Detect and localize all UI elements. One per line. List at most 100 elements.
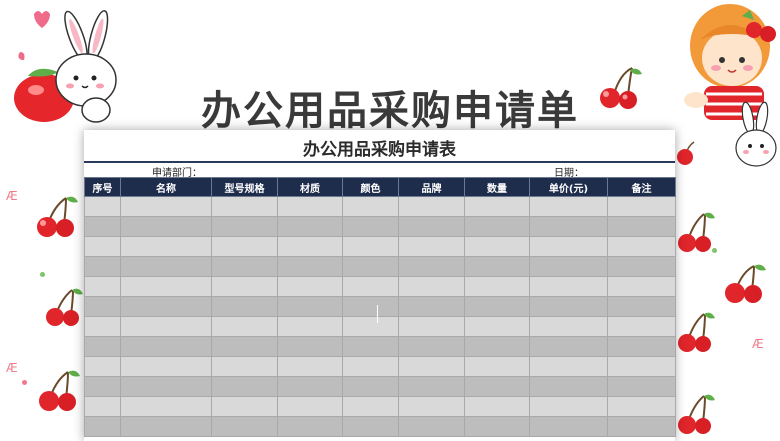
table-cell[interactable] (84, 316, 121, 337)
table-cell[interactable] (607, 196, 676, 217)
table-cell[interactable] (607, 316, 676, 337)
table-cell[interactable] (342, 336, 399, 357)
table-cell[interactable] (529, 356, 608, 377)
table-cell[interactable] (84, 416, 121, 437)
table-cell[interactable] (120, 276, 212, 297)
table-cell[interactable] (464, 316, 530, 337)
table-cell[interactable] (342, 376, 399, 397)
table-cell[interactable] (120, 416, 212, 437)
table-cell[interactable] (398, 276, 465, 297)
table-cell[interactable] (211, 396, 278, 417)
table-cell[interactable] (211, 296, 278, 317)
table-cell[interactable] (464, 236, 530, 257)
table-cell[interactable] (277, 296, 343, 317)
table-cell[interactable] (398, 376, 465, 397)
table-cell[interactable] (398, 236, 465, 257)
table-cell[interactable] (529, 316, 608, 337)
table-cell[interactable] (211, 196, 278, 217)
table-cell[interactable] (529, 196, 608, 217)
table-cell[interactable] (529, 416, 608, 437)
table-cell[interactable] (464, 376, 530, 397)
table-cell[interactable] (398, 416, 465, 437)
table-cell[interactable] (84, 276, 121, 297)
table-cell[interactable] (464, 356, 530, 377)
table-cell[interactable] (211, 356, 278, 377)
table-cell[interactable] (84, 296, 121, 317)
table-cell[interactable] (277, 376, 343, 397)
table-cell[interactable] (607, 276, 676, 297)
table-cell[interactable] (211, 316, 278, 337)
table-cell[interactable] (120, 236, 212, 257)
table-cell[interactable] (607, 216, 676, 237)
table-cell[interactable] (211, 256, 278, 277)
table-cell[interactable] (120, 256, 212, 277)
table-cell[interactable] (342, 276, 399, 297)
table-cell[interactable] (607, 256, 676, 277)
table-cell[interactable] (84, 256, 121, 277)
table-cell[interactable] (84, 216, 121, 237)
table-cell[interactable] (607, 396, 676, 417)
table-cell[interactable] (120, 396, 212, 417)
table-cell[interactable] (607, 356, 676, 377)
table-cell[interactable] (529, 216, 608, 237)
table-cell[interactable] (464, 396, 530, 417)
table-cell[interactable] (342, 296, 399, 317)
table-cell[interactable] (607, 416, 676, 437)
table-cell[interactable] (342, 356, 399, 377)
table-cell[interactable] (211, 236, 278, 257)
table-cell[interactable] (277, 196, 343, 217)
table-cell[interactable] (398, 196, 465, 217)
table-cell[interactable] (464, 196, 530, 217)
table-cell[interactable] (120, 296, 212, 317)
table-cell[interactable] (398, 336, 465, 357)
table-cell[interactable] (464, 256, 530, 277)
table-cell[interactable] (84, 236, 121, 257)
table-cell[interactable] (607, 296, 676, 317)
table-cell[interactable] (529, 396, 608, 417)
table-cell[interactable] (398, 316, 465, 337)
table-cell[interactable] (211, 416, 278, 437)
table-cell[interactable] (342, 416, 399, 437)
table-cell[interactable] (342, 236, 399, 257)
table-cell[interactable] (120, 216, 212, 237)
table-cell[interactable] (84, 356, 121, 377)
table-cell[interactable] (84, 396, 121, 417)
table-cell[interactable] (277, 236, 343, 257)
table-cell[interactable] (84, 196, 121, 217)
table-cell[interactable] (607, 376, 676, 397)
table-cell[interactable] (211, 216, 278, 237)
table-cell[interactable] (120, 376, 212, 397)
table-cell[interactable] (398, 396, 465, 417)
table-cell[interactable] (607, 236, 676, 257)
table-cell[interactable] (464, 276, 530, 297)
table-cell[interactable] (120, 356, 212, 377)
table-cell[interactable] (277, 416, 343, 437)
table-cell[interactable] (342, 216, 399, 237)
table-cell[interactable] (277, 316, 343, 337)
table-cell[interactable] (277, 336, 343, 357)
table-cell[interactable] (84, 336, 121, 357)
table-cell[interactable] (211, 276, 278, 297)
table-cell[interactable] (529, 376, 608, 397)
table-cell[interactable] (398, 256, 465, 277)
table-cell[interactable] (120, 316, 212, 337)
table-cell[interactable] (120, 336, 212, 357)
table-cell[interactable] (607, 336, 676, 357)
table-cell[interactable] (84, 376, 121, 397)
table-cell[interactable] (342, 196, 399, 217)
table-cell[interactable] (342, 396, 399, 417)
table-cell[interactable] (342, 316, 399, 337)
table-cell[interactable] (277, 356, 343, 377)
table-cell[interactable] (277, 216, 343, 237)
table-cell[interactable] (464, 216, 530, 237)
table-cell[interactable] (398, 356, 465, 377)
table-cell[interactable] (529, 296, 608, 317)
table-cell[interactable] (277, 396, 343, 417)
table-cell[interactable] (464, 336, 530, 357)
table-cell[interactable] (398, 296, 465, 317)
table-cell[interactable] (529, 336, 608, 357)
table-cell[interactable] (211, 336, 278, 357)
table-cell[interactable] (277, 276, 343, 297)
table-cell[interactable] (398, 216, 465, 237)
table-cell[interactable] (277, 256, 343, 277)
